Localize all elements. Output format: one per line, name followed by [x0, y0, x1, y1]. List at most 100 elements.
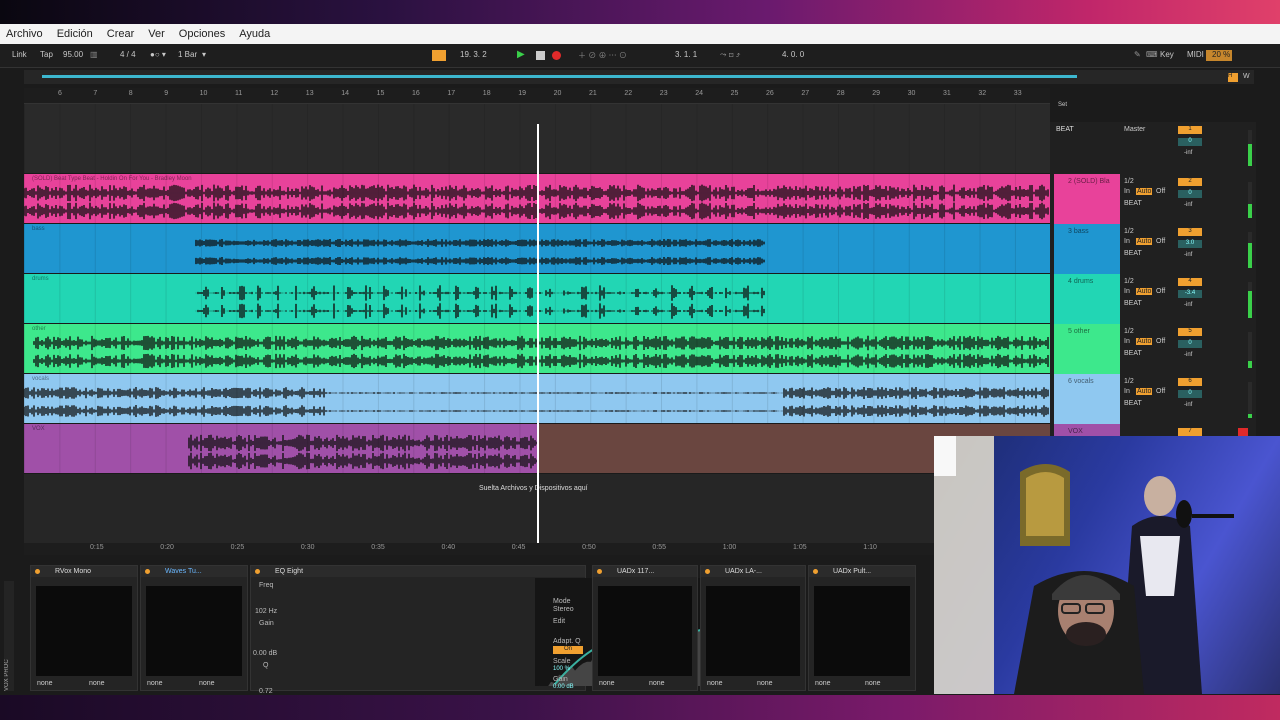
monitor-in[interactable]: In — [1124, 238, 1130, 245]
input-channel[interactable]: 1/2 — [1124, 228, 1134, 235]
dropdown-none[interactable]: none — [865, 680, 881, 687]
track-number[interactable]: 2 — [1178, 178, 1202, 186]
menu-edicion[interactable]: Edición — [57, 28, 93, 40]
input-channel[interactable]: 1/2 — [1124, 328, 1134, 335]
key-map-button[interactable]: Key — [1160, 50, 1174, 59]
chevron-down-icon[interactable]: ▾ — [202, 50, 206, 59]
output-gain-value[interactable]: 0.00 dB — [553, 684, 574, 690]
menu-archivo[interactable]: Archivo — [6, 28, 43, 40]
loop-icon[interactable]: ⤳ ⊡ ⤴ — [720, 50, 740, 60]
arrangement-overview[interactable] — [24, 70, 1254, 84]
track-name[interactable]: 5 other — [1068, 328, 1090, 335]
dropdown-none[interactable]: none — [649, 680, 665, 687]
dropdown-none[interactable]: none — [757, 680, 773, 687]
track-number[interactable]: 1 — [1178, 126, 1202, 134]
beat-ruler[interactable]: 6 7 8 9 10 11 12 13 14 15 16 17 18 19 20 21 22 23 24 25 26 27… — [24, 88, 1050, 104]
device-rvox[interactable]: RVox Mono none none — [30, 565, 138, 691]
track-number[interactable]: 6 — [1178, 378, 1202, 386]
input-channel[interactable]: 1/2 — [1124, 378, 1134, 385]
overdub-icon[interactable]: ＋ ⊘ ⊕ ⋯ ⊙ — [578, 50, 627, 61]
menu-crear[interactable]: Crear — [107, 28, 135, 40]
menu-ver[interactable]: Ver — [148, 28, 165, 40]
dropdown-none[interactable]: none — [707, 680, 723, 687]
freq-value[interactable]: 102 Hz — [255, 608, 277, 615]
dropdown-none[interactable]: none — [147, 680, 163, 687]
device-uad-1176[interactable]: UADx 117... none none — [592, 565, 698, 691]
q-value[interactable]: 0.72 — [259, 688, 273, 695]
monitor-auto[interactable]: Auto — [1136, 238, 1153, 245]
track-number[interactable]: 7 — [1178, 428, 1202, 436]
device-eq-eight[interactable]: EQ Eight Freq 102 Hz Gain 0.00 dB Q 0.72… — [250, 565, 799, 695]
tempo-field[interactable]: 95.00 — [63, 50, 83, 59]
pencil-icon[interactable]: ✎ — [1134, 50, 1141, 59]
edit-label[interactable]: Edit — [553, 618, 565, 625]
volume-field[interactable]: 3.0 — [1178, 240, 1202, 248]
w-button[interactable]: W — [1243, 73, 1250, 80]
track-number[interactable]: 4 — [1178, 278, 1202, 286]
volume-field[interactable]: 0 — [1178, 340, 1202, 348]
dropdown-none[interactable]: none — [599, 680, 615, 687]
monitor-in[interactable]: In — [1124, 188, 1130, 195]
monitor-off[interactable]: Off — [1156, 238, 1165, 245]
track-name[interactable]: 2 (SOLD) Bla — [1068, 178, 1110, 185]
tap-button[interactable]: Tap — [40, 50, 53, 59]
metronome-icon[interactable]: ▥ — [90, 50, 98, 59]
track-number[interactable]: 5 — [1178, 328, 1202, 336]
output-group[interactable]: BEAT — [1124, 350, 1142, 357]
link-button[interactable]: Link — [12, 50, 27, 59]
monitor-in[interactable]: In — [1124, 338, 1130, 345]
keyboard-icon[interactable]: ⌨ — [1146, 50, 1158, 59]
quantize-menu[interactable]: 1 Bar — [178, 50, 197, 59]
monitor-off[interactable]: Off — [1156, 288, 1165, 295]
menu-opciones[interactable]: Opciones — [179, 28, 225, 40]
track-name[interactable]: 4 drums — [1068, 278, 1093, 285]
arm-button[interactable] — [1238, 428, 1248, 436]
device-uad-la2a[interactable]: UADx LA-... none none — [700, 565, 806, 691]
dropdown-none[interactable]: none — [815, 680, 831, 687]
follow-button[interactable] — [432, 50, 446, 61]
group-track-name[interactable]: BEAT — [1056, 126, 1074, 133]
track-name[interactable]: VOX — [1068, 428, 1083, 435]
device-waves-tune[interactable]: Waves Tu... none none — [140, 565, 248, 691]
monitor-off[interactable]: Off — [1156, 338, 1165, 345]
output-group[interactable]: BEAT — [1124, 200, 1142, 207]
mode-value[interactable]: Stereo — [553, 606, 574, 613]
track-number[interactable]: 3 — [1178, 228, 1202, 236]
track-name[interactable]: 3 bass — [1068, 228, 1089, 235]
playhead[interactable] — [537, 124, 539, 544]
stop-icon[interactable] — [536, 51, 545, 60]
monitor-in[interactable]: In — [1124, 388, 1130, 395]
volume-field[interactable]: -3.4 — [1178, 290, 1202, 298]
record-icon[interactable] — [552, 51, 561, 60]
volume-field[interactable]: 0 — [1178, 190, 1202, 198]
menu-ayuda[interactable]: Ayuda — [239, 28, 270, 40]
time-signature[interactable]: 4 / 4 — [120, 50, 136, 59]
loop-start[interactable]: 3. 1. 1 — [675, 50, 697, 59]
dropdown-none[interactable]: none — [37, 680, 53, 687]
record-mode-icon[interactable]: ●○ ▾ — [150, 50, 166, 59]
monitor-auto[interactable]: Auto — [1136, 188, 1153, 195]
dropdown-none[interactable]: none — [89, 680, 105, 687]
adapt-q-toggle[interactable]: On — [553, 646, 583, 654]
volume-field[interactable]: 0 — [1178, 138, 1202, 146]
output-group[interactable]: BEAT — [1124, 300, 1142, 307]
volume-field[interactable]: 0 — [1178, 390, 1202, 398]
hand-icon[interactable]: H — [1228, 73, 1238, 82]
track-name[interactable]: 6 vocals — [1068, 378, 1094, 385]
dropdown-none[interactable]: none — [199, 680, 215, 687]
monitor-in[interactable]: In — [1124, 288, 1130, 295]
arrangement-position[interactable]: 19. 3. 2 — [460, 50, 487, 59]
monitor-off[interactable]: Off — [1156, 388, 1165, 395]
monitor-auto[interactable]: Auto — [1136, 388, 1153, 395]
midi-map-button[interactable]: MIDI — [1187, 50, 1204, 59]
output-group[interactable]: BEAT — [1124, 250, 1142, 257]
loop-length[interactable]: 4. 0. 0 — [782, 50, 804, 59]
output-group[interactable]: BEAT — [1124, 400, 1142, 407]
gain-value[interactable]: 0.00 dB — [253, 650, 277, 657]
scale-value[interactable]: 100 % — [553, 666, 570, 672]
input-channel[interactable]: 1/2 — [1124, 278, 1134, 285]
monitor-auto[interactable]: Auto — [1136, 338, 1153, 345]
device-uad-pultec[interactable]: UADx Pult... none none — [808, 565, 916, 691]
route-menu[interactable]: Master — [1124, 126, 1145, 133]
play-icon[interactable]: ▶ — [517, 49, 525, 60]
